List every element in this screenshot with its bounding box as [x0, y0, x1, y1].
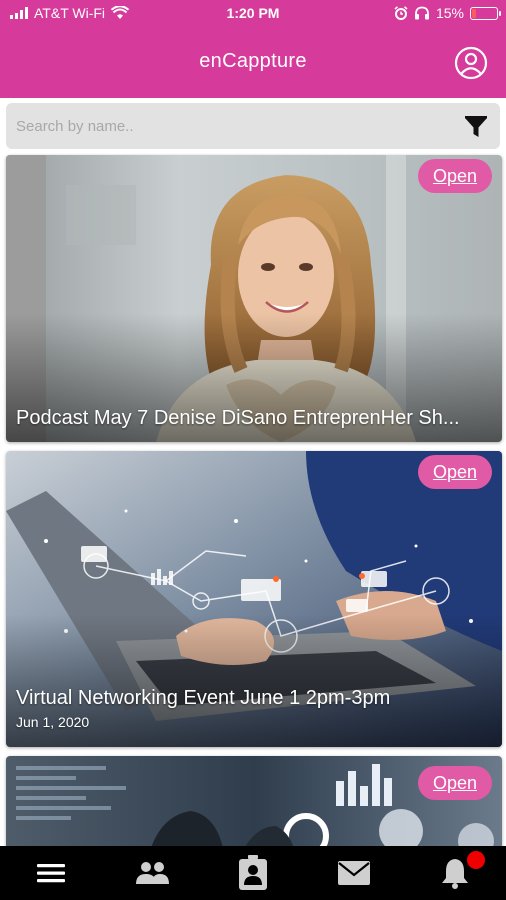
battery-percent: 15% [435, 5, 464, 21]
search-bar [6, 103, 500, 149]
people-icon[interactable] [134, 859, 170, 887]
search-input[interactable] [16, 111, 446, 141]
battery-level [472, 8, 476, 18]
event-date: Jun 1, 2020 [16, 714, 90, 730]
event-title: Virtual Networking Event June 1 2pm-3pm [16, 687, 391, 709]
status-bar: AT&T Wi-Fi 1:20 PM 15% [0, 0, 506, 28]
event-feed: Open Podcast May 7 Denise DiSano Entrepr… [0, 153, 506, 846]
app-header: enCappture [0, 28, 506, 98]
app-title: enCappture [199, 50, 307, 72]
nav-people[interactable] [101, 846, 202, 900]
event-card[interactable]: Open Virtual Networking Event June 1 2pm… [6, 451, 502, 747]
status-right: 15% [394, 5, 501, 21]
badge-icon[interactable] [237, 855, 269, 891]
open-badge[interactable]: Open [418, 766, 492, 800]
menu-icon[interactable] [36, 861, 66, 885]
profile-icon[interactable] [454, 46, 488, 80]
nav-mail[interactable] [304, 846, 405, 900]
open-badge[interactable]: Open [418, 159, 492, 193]
event-title: Podcast May 7 Denise DiSano EntreprenHer… [16, 407, 460, 429]
event-card[interactable]: Open Podcast May 7 Denise DiSano Entrepr… [6, 155, 502, 442]
mail-icon[interactable] [337, 860, 371, 886]
bell-icon[interactable] [440, 857, 470, 889]
battery-icon [470, 6, 501, 20]
headphones-icon [414, 6, 429, 20]
nav-menu[interactable] [0, 846, 101, 900]
nav-badge[interactable] [202, 846, 303, 900]
bottom-nav [0, 846, 506, 900]
event-card[interactable]: Open [6, 756, 502, 846]
notification-dot [466, 851, 485, 869]
open-badge[interactable]: Open [418, 455, 492, 489]
nav-notifications[interactable] [405, 846, 506, 900]
alarm-icon [394, 6, 408, 20]
filter-icon[interactable] [462, 113, 490, 141]
